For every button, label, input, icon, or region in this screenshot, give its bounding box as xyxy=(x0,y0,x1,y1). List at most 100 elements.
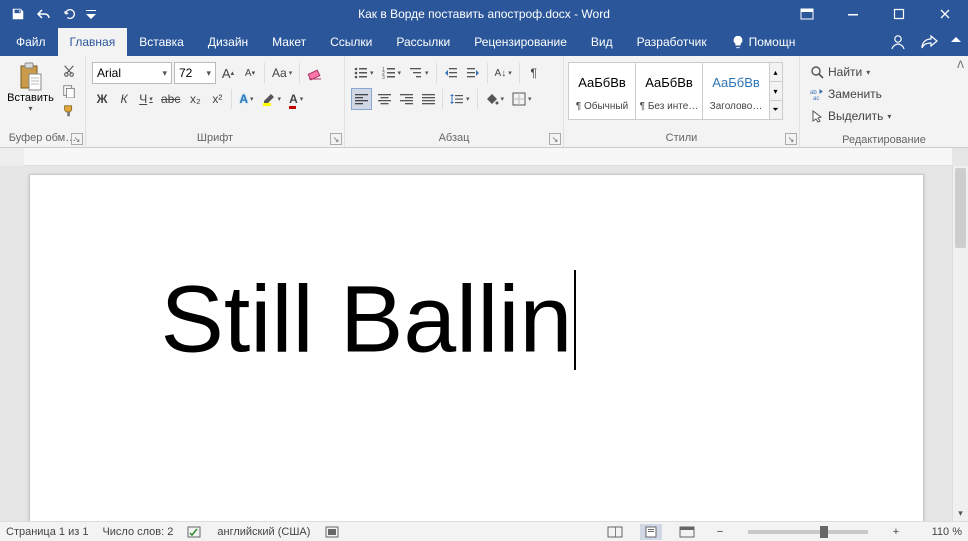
minimize-button[interactable] xyxy=(830,0,876,28)
underline-button[interactable]: Ч xyxy=(136,88,156,110)
italic-button[interactable]: К xyxy=(114,88,134,110)
change-case-button[interactable]: Aa xyxy=(269,62,295,84)
line-spacing-button[interactable] xyxy=(447,88,473,110)
collapse-ribbon-button[interactable] xyxy=(950,34,962,46)
font-size-combo[interactable]: 72▾ xyxy=(174,62,216,84)
font-name-value: Arial xyxy=(97,66,121,80)
styles-expand[interactable]: ⏷ xyxy=(769,101,782,119)
clear-formatting-button[interactable] xyxy=(304,62,326,84)
zoom-slider[interactable] xyxy=(748,530,868,534)
style-heading1[interactable]: АаБбВв Заголово… xyxy=(702,62,770,120)
show-marks-button[interactable]: ¶ xyxy=(524,62,544,84)
undo-button[interactable] xyxy=(32,2,56,26)
page[interactable]: Still Ballin xyxy=(29,174,924,521)
paragraph-launcher[interactable]: ↘ xyxy=(549,133,561,145)
replace-button[interactable]: abac Заменить xyxy=(810,84,891,104)
quick-access-toolbar xyxy=(0,2,98,26)
document-body-text[interactable]: Still Ballin xyxy=(161,270,577,370)
status-macro-icon[interactable] xyxy=(324,525,340,539)
tell-me[interactable]: Помощн xyxy=(719,28,808,56)
save-button[interactable] xyxy=(6,2,30,26)
font-launcher[interactable]: ↘ xyxy=(330,133,342,145)
styles-launcher[interactable]: ↘ xyxy=(785,133,797,145)
status-word-count[interactable]: Число слов: 2 xyxy=(102,526,173,538)
cut-button[interactable] xyxy=(59,62,79,80)
tab-references[interactable]: Ссылки xyxy=(318,28,384,56)
scroll-down-button[interactable]: ▾ xyxy=(953,505,968,521)
styles-scroll-up[interactable]: ▴ xyxy=(769,63,782,82)
replace-icon: abac xyxy=(810,87,824,101)
tab-design[interactable]: Дизайн xyxy=(196,28,260,56)
paste-button[interactable]: Вставить ▾ xyxy=(4,58,57,113)
horizontal-ruler[interactable] xyxy=(24,148,952,166)
tab-insert[interactable]: Вставка xyxy=(127,28,196,56)
ruler-corner xyxy=(0,148,24,166)
close-button[interactable] xyxy=(922,0,968,28)
styles-scroll-down[interactable]: ▾ xyxy=(769,82,782,101)
tab-home[interactable]: Главная xyxy=(58,28,128,56)
align-right-button[interactable] xyxy=(396,88,416,110)
copy-button[interactable] xyxy=(59,82,79,100)
zoom-level[interactable]: 110 % xyxy=(918,526,962,538)
status-proofing-icon[interactable] xyxy=(187,525,203,539)
select-button[interactable]: Выделить ▾ xyxy=(810,106,891,126)
document-viewport[interactable]: Still Ballin xyxy=(0,166,952,521)
ribbon-display-options[interactable] xyxy=(784,0,830,28)
view-read-mode[interactable] xyxy=(604,524,626,540)
zoom-out-button[interactable]: − xyxy=(712,524,728,540)
text-effects-button[interactable]: A xyxy=(236,88,256,110)
grow-font-button[interactable]: A▴ xyxy=(218,62,238,84)
align-center-button[interactable] xyxy=(374,88,394,110)
tab-file[interactable]: Файл xyxy=(4,28,58,56)
strikethrough-button[interactable]: abc xyxy=(158,88,183,110)
format-painter-button[interactable] xyxy=(59,102,79,120)
maximize-button[interactable] xyxy=(876,0,922,28)
increase-indent-button[interactable] xyxy=(463,62,483,84)
clipboard-launcher[interactable]: ↘ xyxy=(71,133,83,145)
vertical-scrollbar[interactable]: ▴ ▾ xyxy=(952,166,968,521)
bold-button[interactable]: Ж xyxy=(92,88,112,110)
customize-qat-button[interactable] xyxy=(84,2,98,26)
share-button[interactable] xyxy=(920,34,938,50)
tab-layout[interactable]: Макет xyxy=(260,28,318,56)
scroll-thumb[interactable] xyxy=(955,168,966,248)
sort-button[interactable]: A↓ xyxy=(492,62,515,84)
tab-mailings[interactable]: Рассылки xyxy=(384,28,462,56)
group-styles-label: Стили xyxy=(666,132,698,144)
view-web-layout[interactable] xyxy=(676,524,698,540)
ribbon-tabs: Файл Главная Вставка Дизайн Макет Ссылки… xyxy=(0,28,968,56)
group-styles: АаБбВв ¶ Обычный АаБбВв ¶ Без инте… АаБб… xyxy=(564,56,800,147)
find-button[interactable]: Найти ▾ xyxy=(810,62,891,82)
subscript-button[interactable]: x₂ xyxy=(185,88,205,110)
superscript-button[interactable]: x² xyxy=(207,88,227,110)
redo-button[interactable] xyxy=(58,2,82,26)
align-left-button[interactable] xyxy=(351,88,372,110)
status-language[interactable]: английский (США) xyxy=(217,526,310,538)
style-normal[interactable]: АаБбВв ¶ Обычный xyxy=(568,62,636,120)
numbering-button[interactable]: 123 xyxy=(379,62,405,84)
account-button[interactable] xyxy=(890,33,910,51)
svg-text:ac: ac xyxy=(813,96,819,101)
shrink-font-button[interactable]: A▾ xyxy=(240,62,260,84)
view-print-layout[interactable] xyxy=(640,524,662,540)
tab-view[interactable]: Вид xyxy=(579,28,625,56)
justify-button[interactable] xyxy=(418,88,438,110)
zoom-slider-knob[interactable] xyxy=(820,526,828,538)
multilevel-list-button[interactable] xyxy=(406,62,432,84)
borders-button[interactable] xyxy=(509,88,535,110)
status-page[interactable]: Страница 1 из 1 xyxy=(6,526,88,538)
share-icon xyxy=(920,34,938,50)
decrease-indent-button[interactable] xyxy=(441,62,461,84)
highlight-button[interactable] xyxy=(259,88,285,110)
collapse-ribbon-pin[interactable]: ᐱ xyxy=(957,60,964,71)
style-no-spacing[interactable]: АаБбВв ¶ Без инте… xyxy=(635,62,703,120)
font-color-button[interactable]: A xyxy=(286,88,306,110)
group-font-label: Шрифт xyxy=(197,132,233,144)
bullets-button[interactable] xyxy=(351,62,377,84)
tab-developer[interactable]: Разработчик xyxy=(625,28,719,56)
paste-label: Вставить xyxy=(7,92,54,104)
tab-review[interactable]: Рецензирование xyxy=(462,28,579,56)
font-name-combo[interactable]: Arial▾ xyxy=(92,62,172,84)
zoom-in-button[interactable]: + xyxy=(888,524,904,540)
shading-button[interactable] xyxy=(482,88,508,110)
